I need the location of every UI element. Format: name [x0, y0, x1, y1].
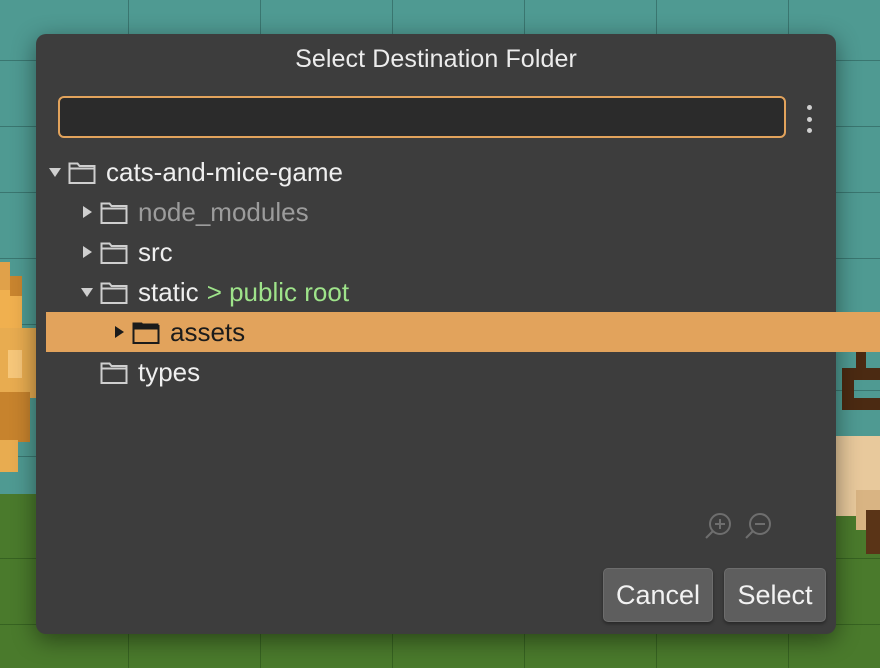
tree-row-types[interactable]: types	[46, 352, 860, 392]
folder-icon	[100, 239, 128, 265]
dialog-title: Select Destination Folder	[295, 45, 577, 73]
expand-arrow-down-icon[interactable]	[48, 165, 62, 179]
select-folder-dialog: Select Destination Folder cats-and-mice-…	[36, 34, 880, 634]
expand-arrow-down-icon[interactable]	[80, 285, 94, 299]
zoom-in-icon[interactable]	[704, 512, 732, 540]
expand-arrow-right-icon[interactable]	[112, 325, 126, 339]
tree-item-label: assets	[170, 316, 246, 347]
folder-icon	[100, 359, 128, 385]
tree-row-assets[interactable]: assets	[46, 312, 880, 352]
tree-row-cats-and-mice-game[interactable]: cats-and-mice-game	[46, 152, 828, 192]
tree-row-static[interactable]: static > public root	[46, 272, 860, 312]
cat-sprite	[0, 262, 36, 472]
tree-item-label: cats-and-mice-game	[106, 156, 343, 187]
folder-icon	[100, 199, 128, 225]
folder-icon	[100, 279, 128, 305]
folder-search-input[interactable]	[58, 96, 786, 138]
tree-row-node-modules[interactable]: node_modules	[46, 192, 860, 232]
tree-row-src[interactable]: src	[46, 232, 860, 272]
folder-icon	[132, 319, 160, 345]
zoom-out-icon[interactable]	[744, 512, 772, 540]
expand-arrow-right-icon[interactable]	[80, 245, 94, 259]
kebab-menu-icon[interactable]	[800, 105, 818, 133]
select-button[interactable]: Select	[724, 568, 826, 622]
folder-icon	[68, 159, 96, 185]
tree-item-label: types	[138, 356, 201, 387]
cancel-button[interactable]: Cancel	[603, 568, 713, 622]
tree-item-label: node_modules	[138, 196, 309, 227]
tree-item-label: src	[138, 236, 173, 267]
tree-item-label: static	[138, 276, 199, 307]
public-root-tag: > public root	[206, 276, 350, 307]
expand-arrow-right-icon[interactable]	[80, 205, 94, 219]
